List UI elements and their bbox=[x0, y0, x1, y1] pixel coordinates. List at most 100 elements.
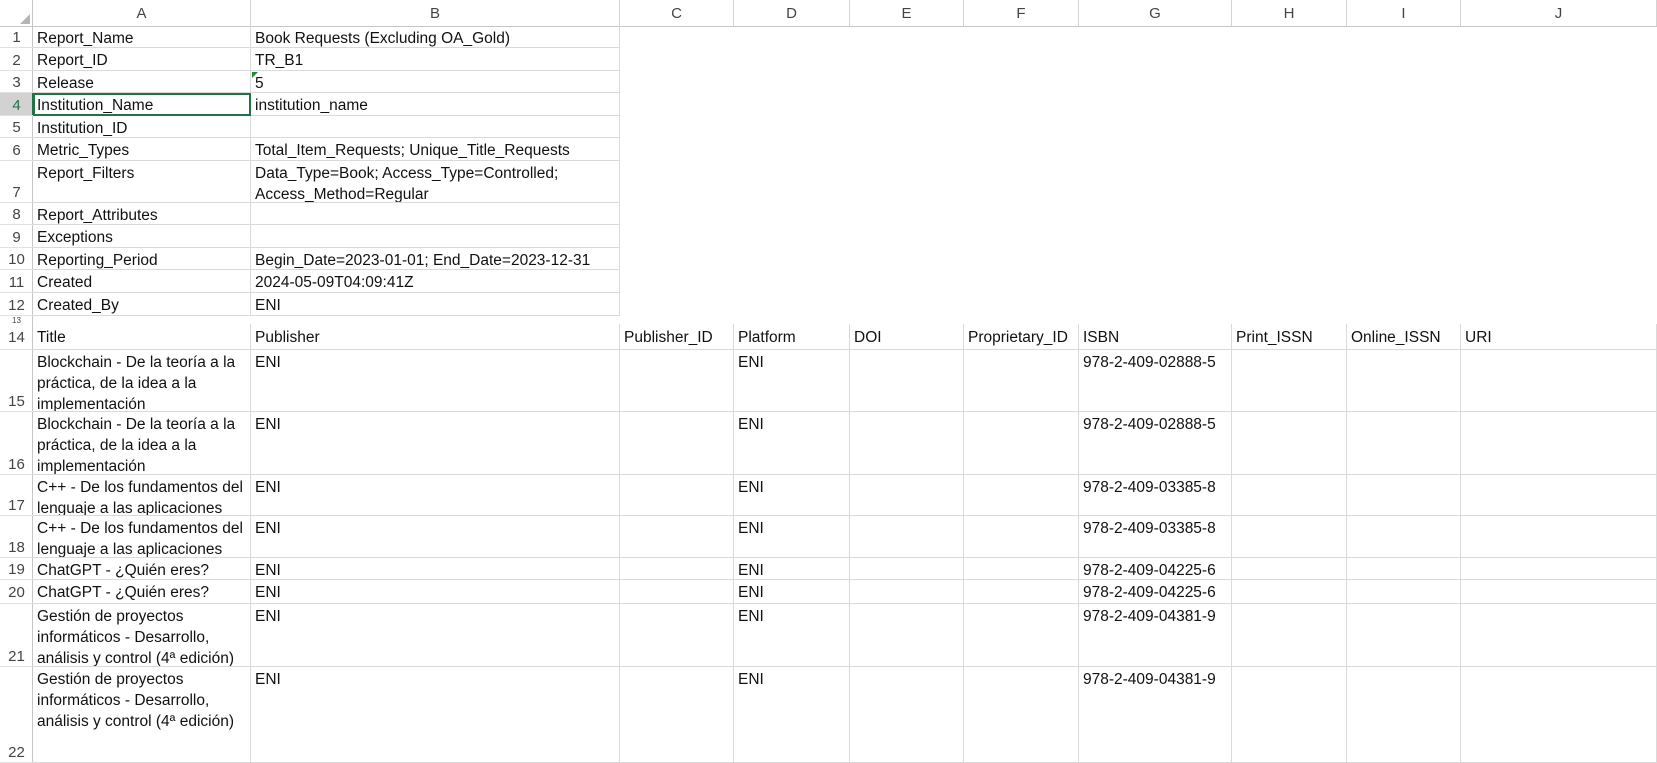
table-cell-doi[interactable] bbox=[850, 604, 964, 667]
table-cell-isbn[interactable]: 978-2-409-04225-6 bbox=[1079, 580, 1232, 604]
column-header-h[interactable]: H bbox=[1232, 0, 1347, 26]
table-cell-online-issn[interactable] bbox=[1347, 475, 1461, 516]
column-header-j[interactable]: J bbox=[1461, 0, 1657, 26]
row-header-5[interactable]: 5 bbox=[0, 116, 33, 138]
table-cell-title[interactable]: C++ - De los fundamentos del lenguaje a … bbox=[33, 516, 251, 558]
table-cell-publisher-id[interactable] bbox=[620, 350, 734, 412]
table-cell-platform[interactable]: ENI bbox=[734, 580, 850, 604]
metadata-key-cell[interactable]: Created bbox=[33, 270, 251, 293]
row-header-6[interactable]: 6 bbox=[0, 138, 33, 161]
row-header-12[interactable]: 12 bbox=[0, 293, 33, 316]
table-cell-uri[interactable] bbox=[1461, 558, 1657, 580]
table-cell-publisher[interactable]: ENI bbox=[251, 604, 620, 667]
table-cell-publisher-id[interactable] bbox=[620, 516, 734, 558]
metadata-key-cell[interactable]: Exceptions bbox=[33, 225, 251, 248]
table-header-cell[interactable]: Print_ISSN bbox=[1232, 324, 1347, 350]
table-cell-isbn[interactable]: 978-2-409-04381-9 bbox=[1079, 667, 1232, 763]
table-cell-platform[interactable]: ENI bbox=[734, 475, 850, 516]
table-cell-isbn[interactable]: 978-2-409-02888-5 bbox=[1079, 412, 1232, 475]
table-cell-title[interactable]: Gestión de proyectos informáticos - Desa… bbox=[33, 604, 251, 667]
table-cell-title[interactable]: ChatGPT - ¿Quién eres? bbox=[33, 558, 251, 580]
column-header-f[interactable]: F bbox=[964, 0, 1079, 26]
table-cell-online-issn[interactable] bbox=[1347, 580, 1461, 604]
table-header-cell[interactable]: Title bbox=[33, 324, 251, 350]
metadata-key-cell[interactable]: Reporting_Period bbox=[33, 248, 251, 270]
table-cell-isbn[interactable]: 978-2-409-04381-9 bbox=[1079, 604, 1232, 667]
row-header-9[interactable]: 9 bbox=[0, 225, 33, 248]
table-cell-doi[interactable] bbox=[850, 558, 964, 580]
table-cell-isbn[interactable]: 978-2-409-03385-8 bbox=[1079, 516, 1232, 558]
metadata-value-cell[interactable] bbox=[251, 203, 620, 225]
table-cell-platform[interactable]: ENI bbox=[734, 558, 850, 580]
table-cell-proprietary-id[interactable] bbox=[964, 350, 1079, 412]
table-cell-doi[interactable] bbox=[850, 412, 964, 475]
metadata-value-cell[interactable]: TR_B1 bbox=[251, 48, 620, 71]
table-cell-uri[interactable] bbox=[1461, 667, 1657, 763]
table-cell-isbn[interactable]: 978-2-409-02888-5 bbox=[1079, 350, 1232, 412]
table-cell-doi[interactable] bbox=[850, 350, 964, 412]
row-header-7[interactable]: 7 bbox=[0, 161, 33, 203]
table-cell-print-issn[interactable] bbox=[1232, 667, 1347, 763]
table-cell-platform[interactable]: ENI bbox=[734, 412, 850, 475]
metadata-value-cell[interactable]: ENI bbox=[251, 293, 620, 316]
table-cell-print-issn[interactable] bbox=[1232, 604, 1347, 667]
table-cell-online-issn[interactable] bbox=[1347, 604, 1461, 667]
metadata-key-cell[interactable]: Institution_Name bbox=[33, 93, 251, 116]
table-cell-uri[interactable] bbox=[1461, 604, 1657, 667]
table-header-cell[interactable]: Platform bbox=[734, 324, 850, 350]
row-header-15[interactable]: 15 bbox=[0, 350, 33, 412]
metadata-key-cell[interactable]: Report_ID bbox=[33, 48, 251, 71]
table-cell-proprietary-id[interactable] bbox=[964, 516, 1079, 558]
row-header-2[interactable]: 2 bbox=[0, 48, 33, 71]
table-cell-proprietary-id[interactable] bbox=[964, 412, 1079, 475]
metadata-value-cell[interactable]: Begin_Date=2023-01-01; End_Date=2023-12-… bbox=[251, 248, 620, 270]
table-cell-doi[interactable] bbox=[850, 516, 964, 558]
table-cell-isbn[interactable]: 978-2-409-04225-6 bbox=[1079, 558, 1232, 580]
table-header-cell[interactable]: Proprietary_ID bbox=[964, 324, 1079, 350]
metadata-key-cell[interactable]: Created_By bbox=[33, 293, 251, 316]
table-cell-doi[interactable] bbox=[850, 580, 964, 604]
row-header-3[interactable]: 3 bbox=[0, 71, 33, 93]
row-header-13[interactable]: 13 bbox=[0, 316, 33, 324]
metadata-value-cell[interactable] bbox=[251, 225, 620, 248]
metadata-key-cell[interactable]: Report_Filters bbox=[33, 161, 251, 203]
table-cell-publisher[interactable]: ENI bbox=[251, 350, 620, 412]
table-cell-publisher[interactable]: ENI bbox=[251, 516, 620, 558]
row-header-14[interactable]: 14 bbox=[0, 324, 33, 350]
row-header-20[interactable]: 20 bbox=[0, 580, 33, 604]
table-cell-title[interactable]: C++ - De los fundamentos del lenguaje a … bbox=[33, 475, 251, 516]
table-cell-proprietary-id[interactable] bbox=[964, 667, 1079, 763]
table-cell-publisher[interactable]: ENI bbox=[251, 580, 620, 604]
table-cell-title[interactable]: Blockchain - De la teoría a la práctica,… bbox=[33, 412, 251, 475]
table-cell-online-issn[interactable] bbox=[1347, 516, 1461, 558]
column-header-d[interactable]: D bbox=[734, 0, 850, 26]
table-cell-publisher-id[interactable] bbox=[620, 412, 734, 475]
row-header-18[interactable]: 18 bbox=[0, 516, 33, 558]
table-cell-doi[interactable] bbox=[850, 667, 964, 763]
row-header-17[interactable]: 17 bbox=[0, 475, 33, 516]
table-cell-print-issn[interactable] bbox=[1232, 580, 1347, 604]
table-cell-uri[interactable] bbox=[1461, 580, 1657, 604]
row-header-21[interactable]: 21 bbox=[0, 604, 33, 667]
column-header-a[interactable]: A bbox=[33, 0, 251, 26]
table-cell-platform[interactable]: ENI bbox=[734, 667, 850, 763]
column-header-g[interactable]: G bbox=[1079, 0, 1232, 26]
table-cell-publisher[interactable]: ENI bbox=[251, 475, 620, 516]
table-cell-title[interactable]: Blockchain - De la teoría a la práctica,… bbox=[33, 350, 251, 412]
metadata-value-cell[interactable]: Data_Type=Book; Access_Type=Controlled; … bbox=[251, 161, 620, 203]
row-header-11[interactable]: 11 bbox=[0, 270, 33, 293]
column-header-i[interactable]: I bbox=[1347, 0, 1461, 26]
table-cell-publisher-id[interactable] bbox=[620, 475, 734, 516]
table-cell-print-issn[interactable] bbox=[1232, 412, 1347, 475]
table-cell-publisher-id[interactable] bbox=[620, 558, 734, 580]
table-cell-platform[interactable]: ENI bbox=[734, 604, 850, 667]
table-cell-online-issn[interactable] bbox=[1347, 558, 1461, 580]
metadata-key-cell[interactable]: Metric_Types bbox=[33, 138, 251, 161]
row-header-8[interactable]: 8 bbox=[0, 203, 33, 225]
table-cell-publisher-id[interactable] bbox=[620, 604, 734, 667]
table-cell-uri[interactable] bbox=[1461, 475, 1657, 516]
table-cell-uri[interactable] bbox=[1461, 516, 1657, 558]
row-header-22[interactable]: 22 bbox=[0, 667, 33, 763]
metadata-value-cell[interactable]: 5 bbox=[251, 71, 620, 93]
metadata-key-cell[interactable]: Institution_ID bbox=[33, 116, 251, 138]
